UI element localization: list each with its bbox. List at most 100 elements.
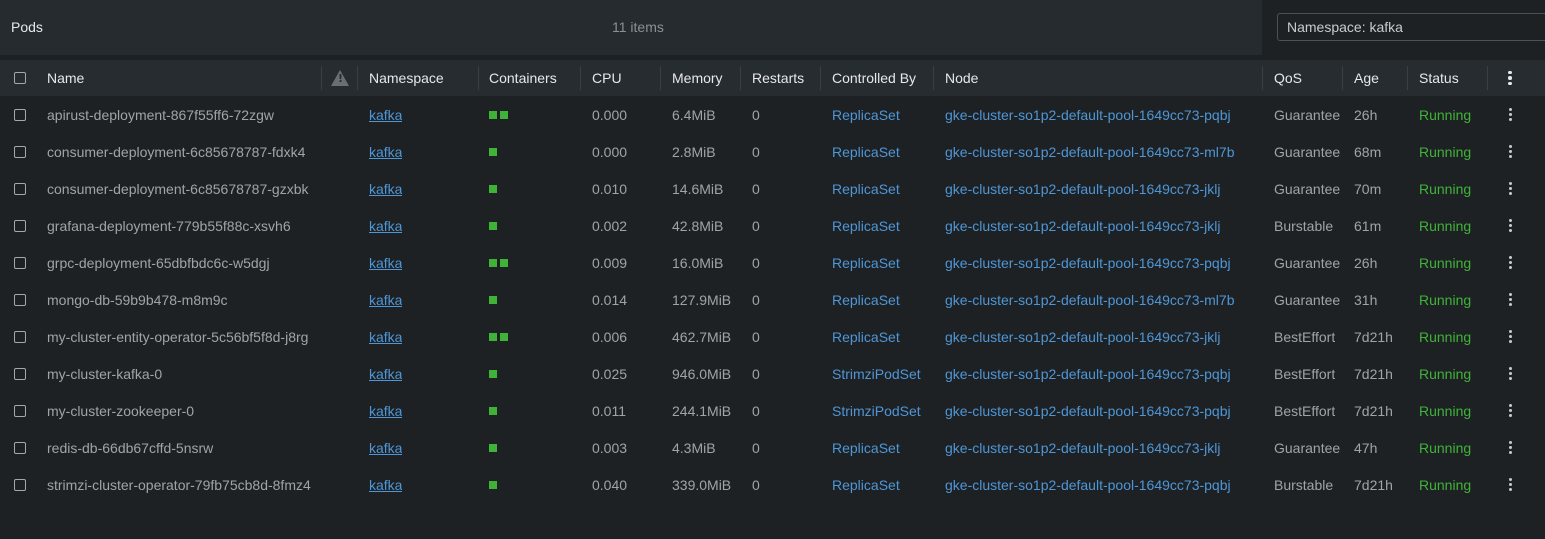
row-menu-icon[interactable] xyxy=(1504,170,1516,207)
row-checkbox[interactable] xyxy=(14,429,26,466)
row-menu-icon[interactable] xyxy=(1504,466,1516,503)
node-link[interactable]: gke-cluster-so1p2-default-pool-1649cc73-… xyxy=(945,466,1231,503)
controlled-by-link[interactable]: ReplicaSet xyxy=(832,96,900,133)
controlled-by-link[interactable]: ReplicaSet xyxy=(832,207,900,244)
node-link[interactable]: gke-cluster-so1p2-default-pool-1649cc73-… xyxy=(945,133,1235,170)
row-menu-icon[interactable] xyxy=(1504,392,1516,429)
column-header-status[interactable]: Status xyxy=(1419,60,1459,96)
table-row[interactable]: consumer-deployment-6c85678787-gzxbk kaf… xyxy=(0,170,1545,207)
row-checkbox[interactable] xyxy=(14,281,26,318)
table-row[interactable]: mongo-db-59b9b478-m8m9c kafka 0.014 127.… xyxy=(0,281,1545,318)
node-link[interactable]: gke-cluster-so1p2-default-pool-1649cc73-… xyxy=(945,392,1231,429)
node-link[interactable]: gke-cluster-so1p2-default-pool-1649cc73-… xyxy=(945,96,1231,133)
row-checkbox[interactable] xyxy=(14,207,26,244)
namespace-link[interactable]: kafka xyxy=(369,392,402,429)
table-row[interactable]: strimzi-cluster-operator-79fb75cb8d-8fmz… xyxy=(0,466,1545,503)
table-row[interactable]: redis-db-66db67cffd-5nsrw kafka 0.003 4.… xyxy=(0,429,1545,466)
row-checkbox[interactable] xyxy=(14,244,26,281)
node-link[interactable]: gke-cluster-so1p2-default-pool-1649cc73-… xyxy=(945,281,1235,318)
column-header-qos[interactable]: QoS xyxy=(1274,60,1302,96)
pod-name[interactable]: consumer-deployment-6c85678787-fdxk4 xyxy=(47,133,321,170)
row-menu-icon[interactable] xyxy=(1504,318,1516,355)
column-header-containers[interactable]: Containers xyxy=(489,60,557,96)
pod-name[interactable]: grafana-deployment-779b55f88c-xsvh6 xyxy=(47,207,321,244)
pod-name[interactable]: consumer-deployment-6c85678787-gzxbk xyxy=(47,170,321,207)
column-header-controlled-by[interactable]: Controlled By xyxy=(832,60,916,96)
status-value: Running xyxy=(1419,365,1472,382)
namespace-link[interactable]: kafka xyxy=(369,281,402,318)
table-row[interactable]: apirust-deployment-867f55ff6-72zgw kafka… xyxy=(0,96,1545,133)
node-link[interactable]: gke-cluster-so1p2-default-pool-1649cc73-… xyxy=(945,170,1220,207)
node-link[interactable]: gke-cluster-so1p2-default-pool-1649cc73-… xyxy=(945,429,1220,466)
namespace-link[interactable]: kafka xyxy=(369,96,402,133)
table-row[interactable]: my-cluster-entity-operator-5c56bf5f8d-j8… xyxy=(0,318,1545,355)
table-row[interactable]: my-cluster-kafka-0 kafka 0.025 946.0MiB … xyxy=(0,355,1545,392)
column-menu-icon[interactable] xyxy=(1504,60,1516,96)
row-menu-icon[interactable] xyxy=(1504,207,1516,244)
pod-name[interactable]: my-cluster-kafka-0 xyxy=(47,355,321,392)
controlled-by-link[interactable]: ReplicaSet xyxy=(832,170,900,207)
node-link[interactable]: gke-cluster-so1p2-default-pool-1649cc73-… xyxy=(945,244,1231,281)
row-menu-icon[interactable] xyxy=(1504,355,1516,392)
column-header-restarts[interactable]: Restarts xyxy=(752,60,804,96)
controlled-by-link[interactable]: StrimziPodSet xyxy=(832,392,921,429)
column-header-cpu[interactable]: CPU xyxy=(592,60,622,96)
pod-name[interactable]: redis-db-66db67cffd-5nsrw xyxy=(47,429,321,466)
pod-name[interactable]: grpc-deployment-65dbfbdc6c-w5dgj xyxy=(47,244,321,281)
column-header-namespace[interactable]: Namespace xyxy=(369,60,444,96)
table-row[interactable]: my-cluster-zookeeper-0 kafka 0.011 244.1… xyxy=(0,392,1545,429)
warning-icon[interactable] xyxy=(331,60,349,96)
cpu-value: 0.009 xyxy=(592,254,628,271)
table-row[interactable]: grafana-deployment-779b55f88c-xsvh6 kafk… xyxy=(0,207,1545,244)
row-checkbox[interactable] xyxy=(14,392,26,429)
row-menu-icon[interactable] xyxy=(1504,281,1516,318)
namespace-link[interactable]: kafka xyxy=(369,318,402,355)
node-link[interactable]: gke-cluster-so1p2-default-pool-1649cc73-… xyxy=(945,207,1220,244)
namespace-link[interactable]: kafka xyxy=(369,207,402,244)
namespace-link[interactable]: kafka xyxy=(369,466,402,503)
column-header-memory[interactable]: Memory xyxy=(672,60,723,96)
row-checkbox[interactable] xyxy=(14,170,26,207)
pod-name[interactable]: my-cluster-entity-operator-5c56bf5f8d-j8… xyxy=(47,318,321,355)
namespace-link[interactable]: kafka xyxy=(369,170,402,207)
pod-name[interactable]: apirust-deployment-867f55ff6-72zgw xyxy=(47,96,321,133)
controlled-by-link[interactable]: ReplicaSet xyxy=(832,429,900,466)
controlled-by-link[interactable]: ReplicaSet xyxy=(832,133,900,170)
namespace-link[interactable]: kafka xyxy=(369,429,402,466)
qos-value: BestEffort xyxy=(1274,328,1336,345)
row-menu-icon[interactable] xyxy=(1504,96,1516,133)
row-checkbox[interactable] xyxy=(14,96,26,133)
pod-name[interactable]: my-cluster-zookeeper-0 xyxy=(47,392,321,429)
column-header-name[interactable]: Name xyxy=(47,60,84,96)
controlled-by-link[interactable]: ReplicaSet xyxy=(832,318,900,355)
container-status-icon xyxy=(489,480,497,489)
qos-value: Guarantee xyxy=(1274,180,1341,197)
row-checkbox[interactable] xyxy=(14,355,26,392)
node-link[interactable]: gke-cluster-so1p2-default-pool-1649cc73-… xyxy=(945,318,1220,355)
controlled-by-link[interactable]: ReplicaSet xyxy=(832,281,900,318)
controlled-by-link[interactable]: ReplicaSet xyxy=(832,244,900,281)
namespace-link[interactable]: kafka xyxy=(369,133,402,170)
row-checkbox[interactable] xyxy=(14,133,26,170)
row-menu-icon[interactable] xyxy=(1504,133,1516,170)
column-header-age[interactable]: Age xyxy=(1354,60,1379,96)
namespace-filter-input[interactable] xyxy=(1277,13,1545,41)
controlled-by-link[interactable]: StrimziPodSet xyxy=(832,355,921,392)
table-row[interactable]: consumer-deployment-6c85678787-fdxk4 kaf… xyxy=(0,133,1545,170)
namespace-link[interactable]: kafka xyxy=(369,355,402,392)
namespace-link[interactable]: kafka xyxy=(369,244,402,281)
select-all-checkbox[interactable] xyxy=(14,60,26,96)
pod-name[interactable]: strimzi-cluster-operator-79fb75cb8d-8fmz… xyxy=(47,466,321,503)
row-checkbox[interactable] xyxy=(14,466,26,503)
status-value: Running xyxy=(1419,217,1472,234)
row-checkbox[interactable] xyxy=(14,318,26,355)
pod-name[interactable]: mongo-db-59b9b478-m8m9c xyxy=(47,281,321,318)
memory-value: 4.3MiB xyxy=(672,439,716,456)
column-header-node[interactable]: Node xyxy=(945,60,978,96)
node-link[interactable]: gke-cluster-so1p2-default-pool-1649cc73-… xyxy=(945,355,1231,392)
row-menu-icon[interactable] xyxy=(1504,429,1516,466)
table-row[interactable]: grpc-deployment-65dbfbdc6c-w5dgj kafka 0… xyxy=(0,244,1545,281)
row-menu-icon[interactable] xyxy=(1504,244,1516,281)
controlled-by-link[interactable]: ReplicaSet xyxy=(832,466,900,503)
container-status-icon xyxy=(489,369,497,378)
